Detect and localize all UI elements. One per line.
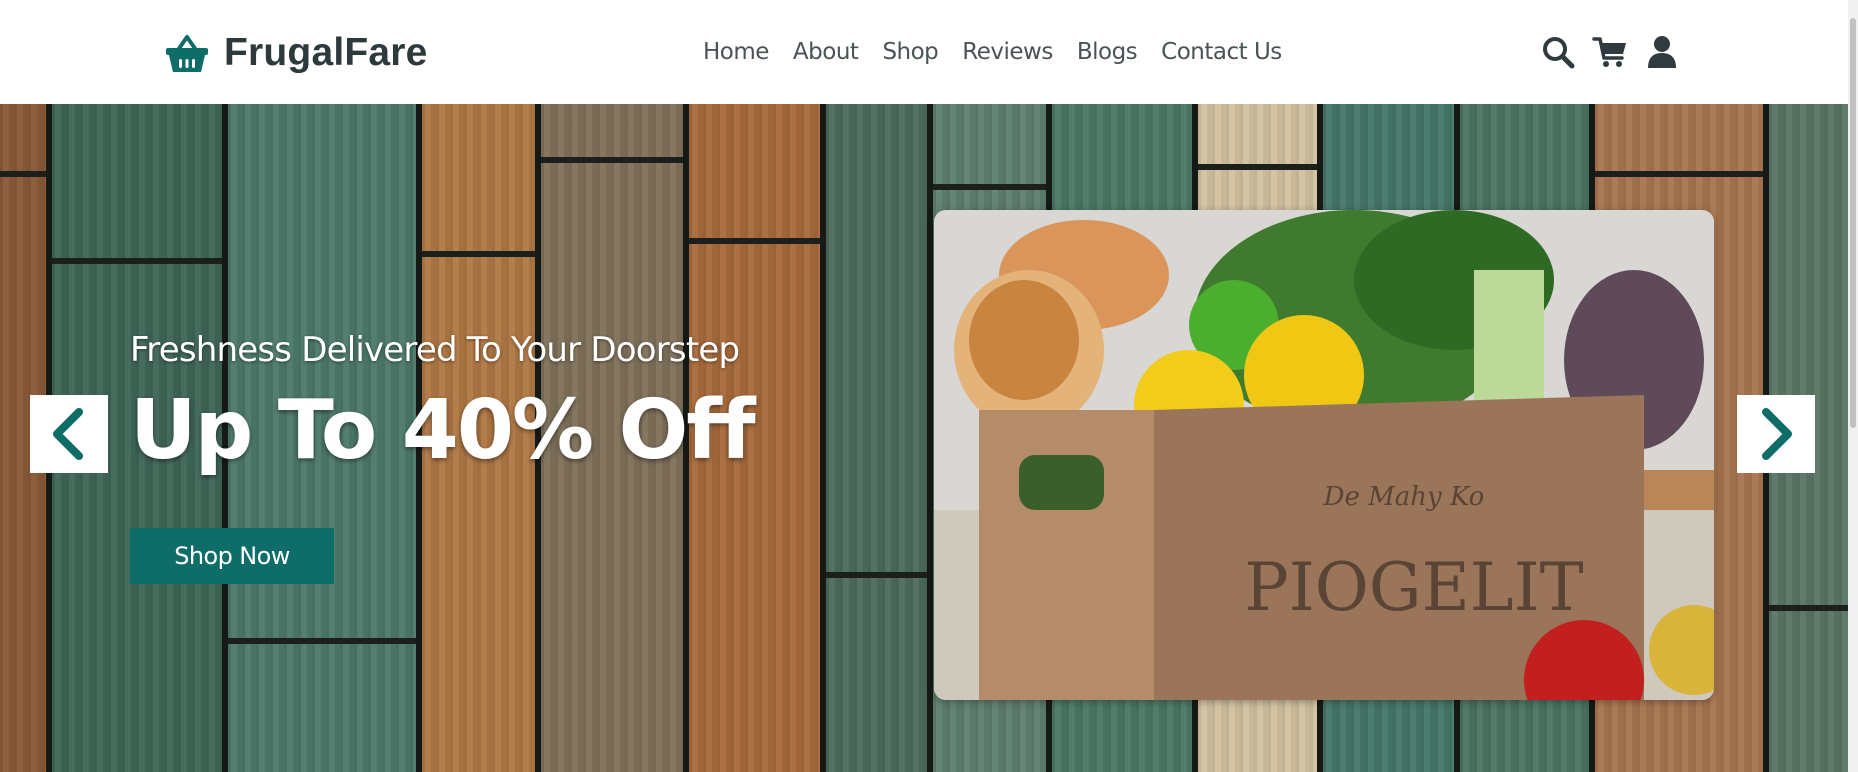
nav-reviews[interactable]: Reviews <box>962 39 1053 65</box>
svg-text:PIOGELIT: PIOGELIT <box>1244 549 1583 626</box>
hero-slider: PIOGELIT De Mahy Ko Freshness Delivered … <box>0 104 1858 772</box>
hero-subtitle: Freshness Delivered To Your Doorstep <box>130 330 740 370</box>
cart-icon[interactable] <box>1592 34 1628 70</box>
slider-next-button[interactable] <box>1737 395 1815 473</box>
page-scrollbar[interactable] <box>1848 0 1858 772</box>
svg-text:De Mahy Ko: De Mahy Ko <box>1323 482 1485 512</box>
main-nav: Home About Shop Reviews Blogs Contact Us <box>703 32 1282 72</box>
nav-home[interactable]: Home <box>703 39 769 65</box>
site-header: FrugalFare Home About Shop Reviews Blogs… <box>0 0 1858 104</box>
slider-prev-button[interactable] <box>30 395 108 473</box>
scrollbar-thumb[interactable] <box>1850 18 1856 428</box>
hero-title: Up To 40% Off <box>130 383 756 478</box>
nav-about[interactable]: About <box>793 39 859 65</box>
user-icon[interactable] <box>1644 34 1680 70</box>
chevron-left-icon <box>53 408 83 460</box>
brand-logo[interactable]: FrugalFare <box>164 26 428 80</box>
shop-now-button[interactable]: Shop Now <box>130 528 334 584</box>
nav-shop[interactable]: Shop <box>882 39 938 65</box>
nav-blogs[interactable]: Blogs <box>1077 39 1138 65</box>
search-icon[interactable] <box>1540 34 1576 70</box>
hero-text-block: Freshness Delivered To Your Doorstep Up … <box>130 330 810 472</box>
brand-name: FrugalFare <box>224 31 428 74</box>
nav-contact-us[interactable]: Contact Us <box>1161 39 1282 65</box>
header-actions <box>1540 30 1680 74</box>
grocery-box-illustration: PIOGELIT De Mahy Ko <box>934 210 1714 700</box>
grocery-box-image: PIOGELIT De Mahy Ko <box>934 210 1714 700</box>
chevron-right-icon <box>1762 408 1792 460</box>
basket-icon <box>166 35 208 72</box>
